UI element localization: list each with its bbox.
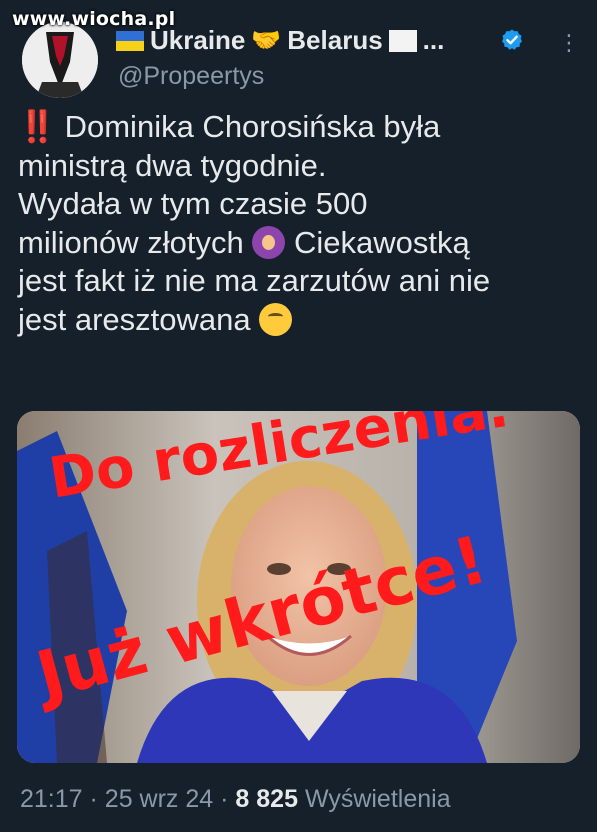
- tweet-line-6-text: jest aresztowana: [18, 301, 251, 337]
- tweet-line-2: ministrą dwa tygodnie.: [18, 147, 327, 183]
- upside-down-face-emoji-icon: [259, 302, 293, 336]
- display-name-part-2: Belarus: [287, 25, 383, 55]
- woman-emoji-icon: [252, 225, 286, 259]
- avatar-image: [22, 22, 98, 98]
- tweet-line-5: jest fakt iż nie ma zarzutów ani nie: [18, 263, 491, 299]
- more-options-icon[interactable]: ⋮: [558, 32, 581, 54]
- watermark: www.wiocha.pl: [12, 8, 176, 30]
- tweet-line-6: jest aresztowana: [18, 301, 588, 340]
- tweet-date[interactable]: 25 wrz 24: [105, 785, 213, 813]
- white-flag-icon: [388, 29, 417, 52]
- double-exclamation-icon: ‼️: [18, 109, 57, 144]
- user-handle[interactable]: @Propeertys: [118, 62, 264, 91]
- views-label: Wyświetlenia: [304, 785, 451, 813]
- tweet-meta: 21:17 · 25 wrz 24 · 8 825 Wyświetlenia: [20, 785, 451, 814]
- avatar[interactable]: [22, 22, 98, 98]
- tweet-text: ‼️ Dominika Chorosińska była ministrą dwa…: [18, 108, 588, 340]
- handshake-icon: 🤝: [251, 27, 282, 54]
- tweet-time[interactable]: 21:17: [20, 785, 83, 813]
- tweet-line-1-text: Dominika Chorosińska była: [64, 109, 441, 144]
- tweet-screenshot: www.wiocha.pl Ukraine 🤝 Belarus ... ⋮ @P…: [0, 0, 597, 832]
- display-name-ellipsis: ...: [422, 25, 445, 55]
- tweet-line-4-text-a: milionów złotych: [18, 224, 244, 260]
- tweet-line-3: Wydała w tym czasie 500: [18, 186, 368, 222]
- verified-badge-icon: [502, 29, 522, 50]
- views-count: 8 825: [235, 785, 298, 813]
- tweet-image[interactable]: Do rozliczenia. Już wkrótce!: [17, 411, 580, 763]
- tweet-line-1: ‼️ Dominika Chorosińska była: [18, 108, 588, 147]
- tweet-line-4: milionów złotych Ciekawostką: [18, 224, 588, 263]
- tweet-line-4-text-b: Ciekawostką: [293, 224, 470, 260]
- meta-separator: ·: [89, 785, 98, 813]
- meta-separator: ·: [220, 785, 229, 813]
- ukraine-flag-icon: [116, 30, 144, 51]
